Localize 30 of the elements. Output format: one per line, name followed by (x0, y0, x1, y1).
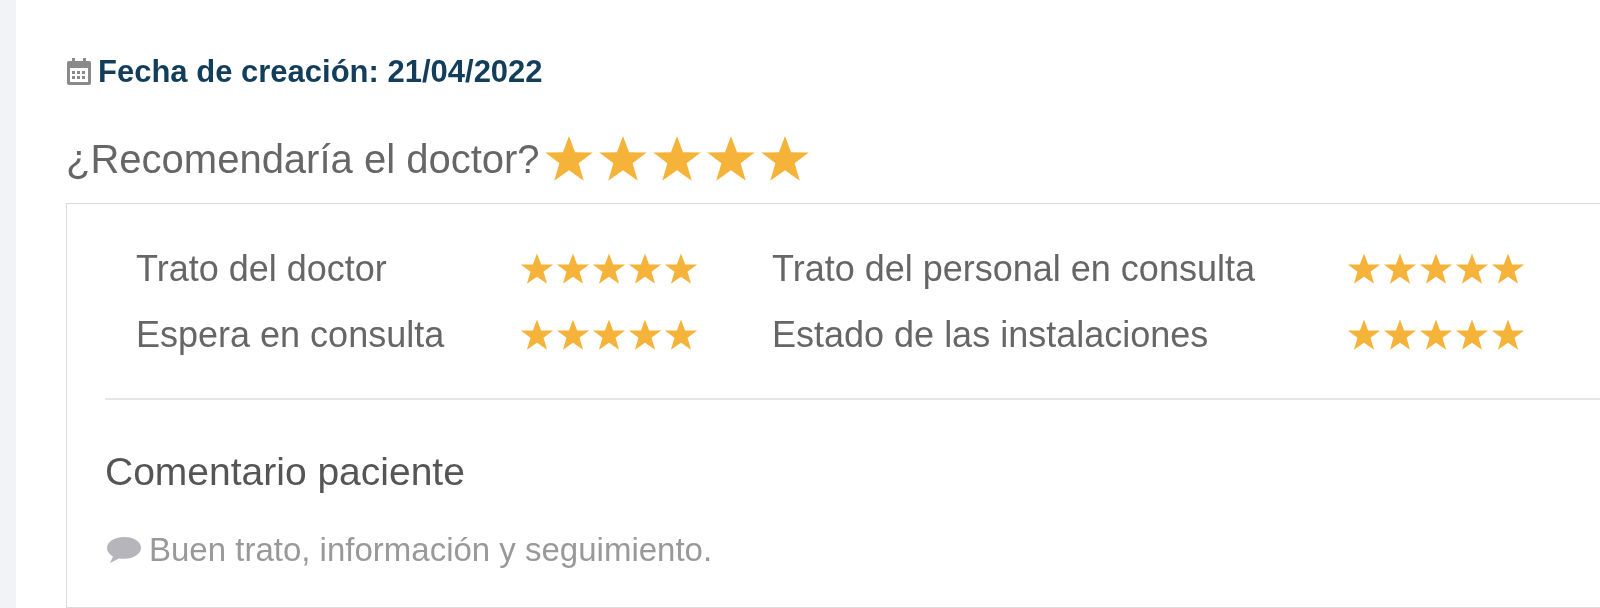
star-icon (520, 252, 554, 286)
calendar-icon (66, 58, 92, 86)
star-icon (1491, 252, 1525, 286)
star-icon (520, 318, 554, 352)
rating-label: Espera en consulta (136, 313, 446, 357)
star-icon (1455, 252, 1489, 286)
star-icon (628, 318, 662, 352)
star-icon (592, 252, 626, 286)
star-icon (1419, 318, 1453, 352)
rating-label: Trato del personal en consulta (772, 247, 1256, 291)
comment-title: Comentario paciente (105, 449, 466, 495)
star-icon (1455, 318, 1489, 352)
star-icon (1383, 318, 1417, 352)
star-icon (1419, 252, 1453, 286)
star-icon (1347, 252, 1381, 286)
star-icon (592, 318, 626, 352)
rating-label: Trato del doctor (136, 247, 388, 291)
star-icon (1383, 252, 1417, 286)
speech-bubble-icon (105, 536, 143, 564)
recommend-question: ¿Recomendaría el doctor? (66, 136, 540, 183)
rating-label: Estado de las instalaciones (772, 313, 1210, 357)
star-icon (1491, 318, 1525, 352)
star-icon (664, 252, 698, 286)
star-icon (628, 252, 662, 286)
star-icon (556, 252, 590, 286)
creation-date: Fecha de creación: 21/04/2022 (98, 53, 543, 91)
star-icon (1347, 318, 1381, 352)
star-icon (664, 318, 698, 352)
comment-text: Buen trato, información y seguimiento. (149, 530, 713, 570)
star-icon (556, 318, 590, 352)
